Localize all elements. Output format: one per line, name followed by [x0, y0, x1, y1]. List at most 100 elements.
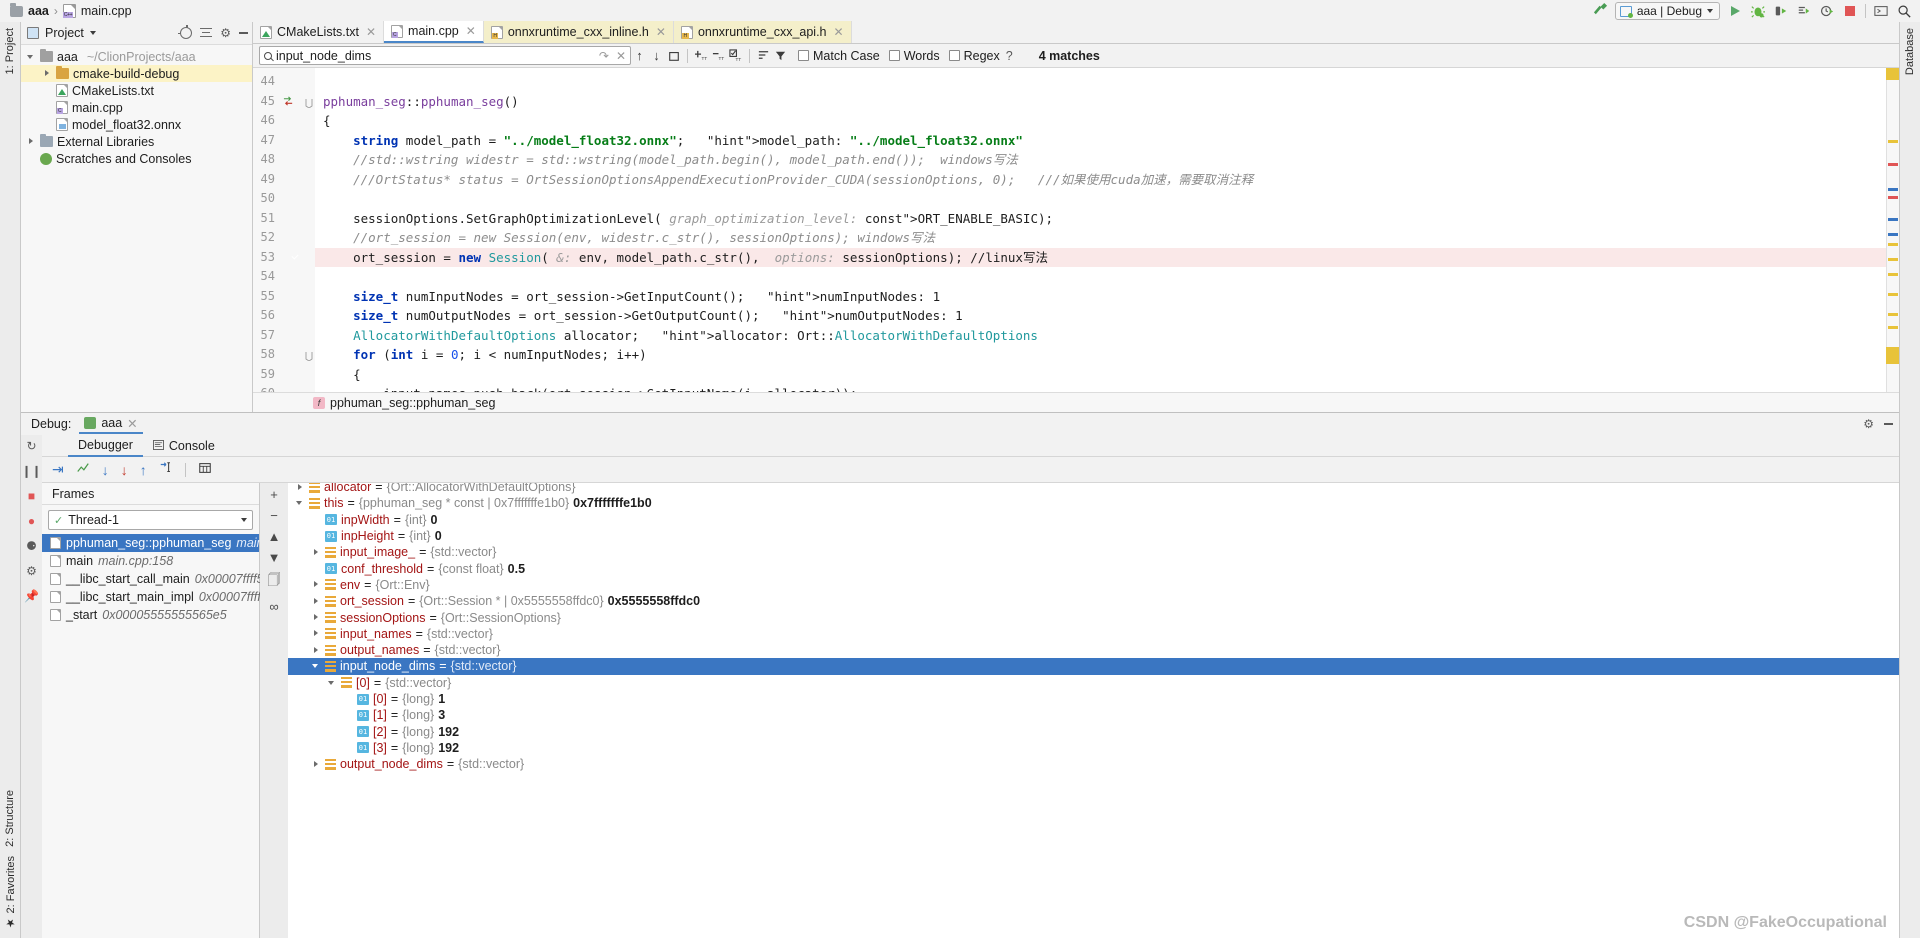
chevron-down-icon[interactable] — [312, 662, 321, 671]
evaluate-expression-icon[interactable] — [198, 461, 212, 478]
close-icon[interactable]: ✕ — [366, 25, 376, 39]
step-out-icon[interactable]: ↑ — [140, 462, 147, 478]
breadcrumb-project[interactable]: aaa — [28, 4, 49, 18]
regex-toggle[interactable]: Regex — [948, 49, 1000, 63]
minimize-icon[interactable] — [1884, 423, 1893, 425]
variable-row[interactable]: this = {pphuman_seg * const | 0x7fffffffe1… — [288, 495, 1899, 511]
move-down-icon[interactable]: ▼ — [268, 550, 281, 565]
filter-scope-icon[interactable] — [755, 46, 772, 65]
variable-row[interactable]: 01 [1] = {long} 3 — [288, 707, 1899, 723]
code-line-55[interactable]: size_t numInputNodes = ort_session->GetI… — [315, 287, 1899, 307]
help-icon[interactable]: ? — [1006, 49, 1013, 63]
variable-row[interactable]: input_node_dims = {std::vector} — [288, 658, 1899, 675]
code-line-60[interactable]: input_names.push_back(ort_session->GetIn… — [315, 384, 1899, 392]
step-into-icon[interactable]: ↓ — [121, 462, 128, 478]
gear-icon[interactable]: ⚙ — [1863, 417, 1874, 431]
code-line-57[interactable]: AllocatorWithDefaultOptions allocator; "… — [315, 326, 1899, 346]
breadcrumb[interactable]: f pphuman_seg::pphuman_seg — [253, 392, 1899, 412]
tree-item-external-libraries[interactable]: External Libraries — [21, 133, 252, 150]
code-content[interactable]: pphuman_seg::pphuman_seg(){ string model… — [315, 68, 1899, 392]
override-marker[interactable] — [283, 96, 294, 110]
editor-tab-onnxruntime-cxx-api-h[interactable]: onnxruntime_cxx_api.h ✕ — [673, 21, 852, 43]
error-stripe-summary[interactable] — [1886, 68, 1899, 80]
error-stripe-mark[interactable] — [1888, 188, 1898, 191]
variable-row[interactable]: 01 [3] = {long} 192 — [288, 740, 1899, 756]
error-stripe-mark[interactable] — [1888, 258, 1898, 261]
stop-icon[interactable]: ■ — [28, 489, 35, 503]
code-line-44[interactable] — [315, 72, 1899, 92]
variable-row[interactable]: 01 inpWidth = {int} 0 — [288, 512, 1899, 528]
tree-item-cmake-build-debug[interactable]: cmake-build-debug — [21, 65, 252, 82]
error-stripe-mark[interactable] — [1888, 326, 1898, 329]
inspect-icon[interactable]: ∞ — [269, 599, 278, 614]
search-everywhere-button[interactable] — [1896, 3, 1912, 19]
add-selection-icon[interactable]: TT — [693, 46, 710, 65]
error-stripe-mark[interactable] — [1888, 313, 1898, 316]
match-case-toggle[interactable]: Match Case — [798, 49, 880, 63]
code-line-56[interactable]: size_t numOutputNodes = ort_session->Get… — [315, 306, 1899, 326]
tree-item-main-cpp[interactable]: main.cpp — [21, 99, 252, 116]
words-checkbox[interactable] — [888, 50, 900, 61]
code-fold-handle[interactable] — [305, 350, 313, 364]
chevron-down-icon[interactable] — [296, 499, 305, 508]
error-stripe-mark[interactable] — [1888, 196, 1898, 199]
variable-row[interactable]: input_names = {std::vector} — [288, 626, 1899, 642]
words-toggle[interactable]: Words — [888, 49, 940, 63]
debug-button[interactable] — [1750, 3, 1766, 19]
frame-row[interactable]: __libc_start_main_impl 0x00007ffff5f04e40 — [42, 588, 306, 606]
frame-row[interactable]: __libc_start_call_main 0x00007ffff5f04d90 — [42, 570, 302, 588]
thread-selector[interactable]: ✓ Thread-1 — [48, 510, 253, 530]
code-line-51[interactable]: sessionOptions.SetGraphOptimizationLevel… — [315, 209, 1899, 229]
debug-session-tab[interactable]: aaa ✕ — [79, 414, 143, 434]
frame-row[interactable]: _start 0x00005555555565e5 — [42, 606, 259, 624]
error-stripe-mark[interactable] — [1888, 233, 1898, 236]
find-next-icon[interactable]: ↓ — [648, 46, 665, 65]
debugger-tab-console[interactable]: Console — [143, 435, 225, 457]
sidebar-item-structure[interactable]: 2: Structure — [4, 788, 16, 849]
error-stripe-markers[interactable] — [1886, 68, 1899, 392]
code-line-59[interactable]: { — [315, 365, 1899, 385]
variable-row[interactable]: 01 inpHeight = {int} 0 — [288, 528, 1899, 544]
code-line-58[interactable]: for (int i = 0; i < numInputNodes; i++) — [315, 345, 1899, 365]
variable-row[interactable]: input_image_ = {std::vector} — [288, 544, 1899, 560]
chevron-right-icon[interactable] — [296, 483, 305, 492]
error-stripe-mark[interactable] — [1888, 273, 1898, 276]
pause-icon[interactable]: ❙❙ — [21, 464, 41, 478]
chevron-down-icon[interactable] — [328, 678, 337, 687]
search-input[interactable]: input_node_dims ↷ ✕ — [259, 46, 631, 65]
filter-icon[interactable] — [772, 46, 789, 65]
error-stripe-mark[interactable] — [1888, 243, 1898, 246]
remove-selection-icon[interactable]: TT — [710, 46, 727, 65]
scroll-from-source-icon[interactable] — [178, 25, 193, 39]
match-case-checkbox[interactable] — [798, 50, 809, 61]
settings-icon[interactable]: ⚙ — [26, 564, 37, 578]
variable-row[interactable]: 01 conf_threshold = {const float} 0.5 — [288, 561, 1899, 577]
collapse-all-icon[interactable] — [200, 27, 213, 39]
run-to-cursor-icon[interactable] — [159, 461, 173, 478]
frame-row[interactable]: main main.cpp:158 — [42, 552, 259, 570]
tree-item-model-float32-onnx[interactable]: model_float32.onnx — [21, 116, 252, 133]
show-execution-point-icon[interactable]: ⇥ — [52, 461, 64, 478]
tree-item-aaa[interactable]: aaa ~/ClionProjects/aaa — [21, 48, 252, 65]
view-chart-icon[interactable] — [76, 461, 90, 478]
code-line-47[interactable]: string model_path = "../model_float32.on… — [315, 131, 1899, 151]
hide-panel-icon[interactable] — [239, 32, 248, 34]
select-occurrences-icon[interactable]: TT — [727, 46, 744, 65]
add-watch-icon[interactable]: + — [270, 487, 278, 502]
error-stripe-mark[interactable] — [1888, 293, 1898, 296]
error-stripe-block[interactable] — [1886, 347, 1899, 364]
gear-icon[interactable]: ⚙ — [220, 26, 231, 40]
find-previous-icon[interactable]: ↑ — [631, 46, 648, 65]
close-icon[interactable]: ✕ — [834, 25, 844, 39]
tree-item-scratches-and-consoles[interactable]: Scratches and Consoles — [21, 150, 252, 167]
chevron-down-icon[interactable] — [89, 31, 96, 35]
code-line-49[interactable]: ///OrtStatus* status = OrtSessionOptions… — [315, 170, 1899, 190]
sidebar-item-database[interactable]: Database — [1904, 26, 1916, 77]
copy-value-icon[interactable]: 🗍 — [268, 571, 281, 593]
frames-list[interactable]: pphuman_seg::pphuman_segmain.cpp:mainmai… — [42, 534, 306, 624]
chevron-right-icon[interactable] — [312, 760, 321, 769]
variable-row[interactable]: ort_session = {Ort::Session * | 0x5555558f… — [288, 593, 1899, 609]
close-icon[interactable]: ✕ — [616, 49, 626, 63]
select-all-occurrences-icon[interactable] — [665, 46, 682, 65]
run-button[interactable] — [1727, 3, 1743, 19]
